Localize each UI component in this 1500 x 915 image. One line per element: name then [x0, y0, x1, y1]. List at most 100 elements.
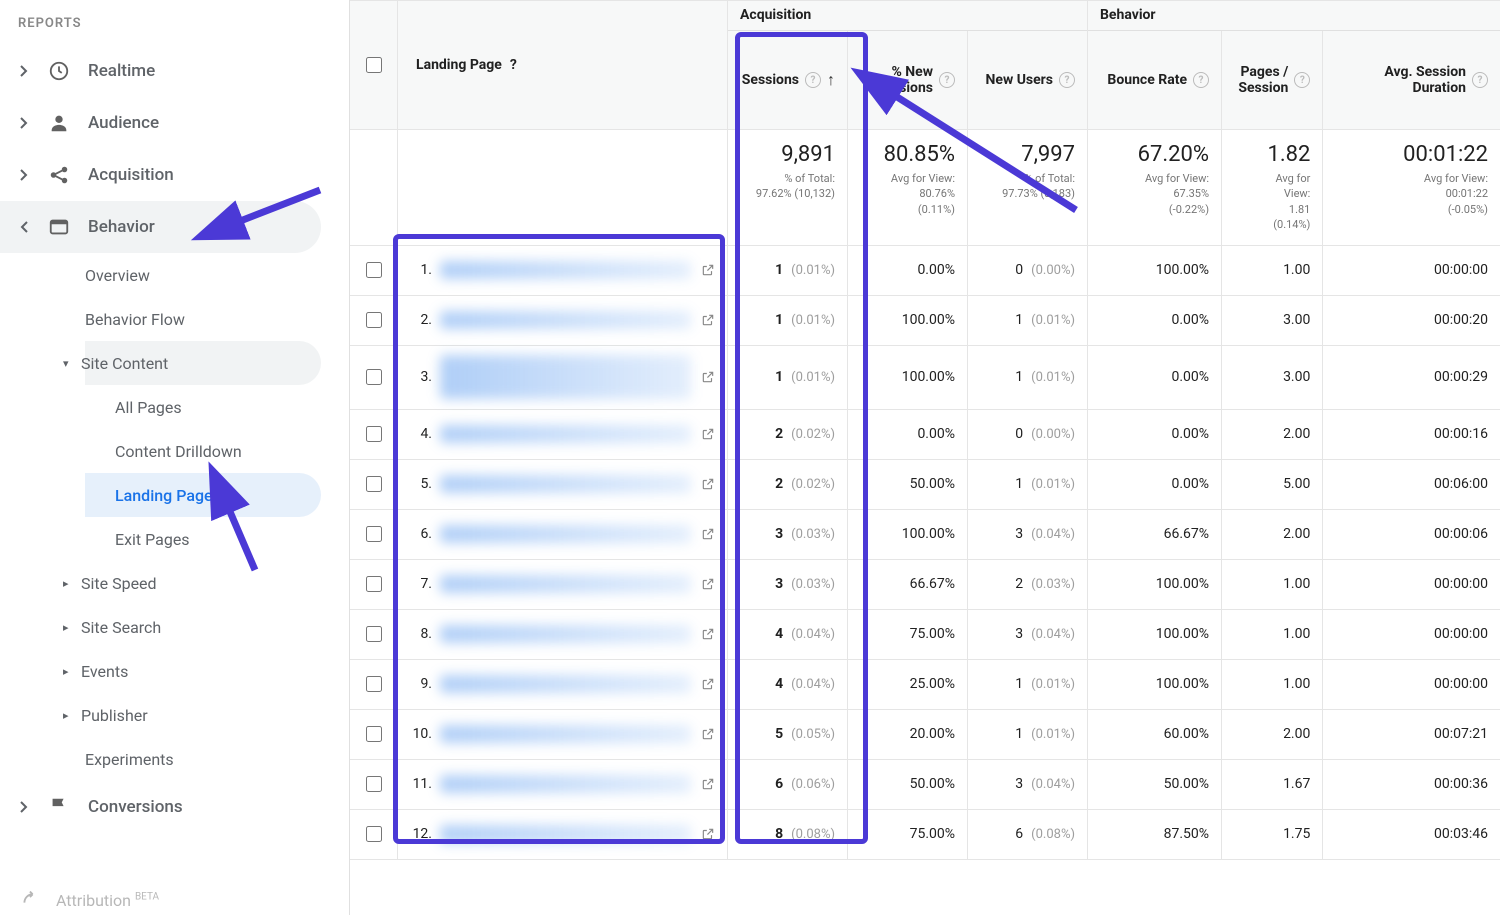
cell-sessions: 2(0.02%) — [728, 410, 848, 459]
cell-landing-page[interactable]: 3. — [398, 346, 728, 409]
table-row: 6. 3(0.03%) 100.00% 3(0.04%) 66.67% 2.00… — [350, 510, 1500, 560]
cell-landing-page[interactable]: 2. — [398, 296, 728, 345]
cell-sessions: 1(0.01%) — [728, 246, 848, 295]
row-checkbox[interactable] — [366, 826, 382, 842]
landing-page-link-redacted[interactable] — [440, 725, 691, 743]
sidebar-sub-overview[interactable]: Overview — [85, 253, 321, 297]
help-icon[interactable]: ? — [939, 72, 955, 88]
landing-page-link-redacted[interactable] — [440, 775, 691, 793]
landing-page-link-redacted[interactable] — [440, 261, 691, 279]
sidebar-item-conversions[interactable]: Conversions — [0, 781, 321, 833]
sidebar-item-acquisition[interactable]: Acquisition — [0, 149, 321, 201]
sidebar-item-realtime[interactable]: Realtime — [0, 45, 321, 97]
select-all-checkbox[interactable] — [366, 57, 382, 73]
sidebar-sub-behavior-flow[interactable]: Behavior Flow — [85, 297, 321, 341]
cell-landing-page[interactable]: 5. — [398, 460, 728, 509]
external-link-icon[interactable] — [699, 525, 717, 543]
external-link-icon[interactable] — [699, 368, 717, 386]
cell-pages: 2.00 — [1222, 510, 1323, 559]
cell-new-users: 1(0.01%) — [968, 346, 1087, 409]
external-link-icon[interactable] — [699, 625, 717, 643]
cell-pages: 1.00 — [1222, 660, 1323, 709]
external-link-icon[interactable] — [699, 775, 717, 793]
cell-landing-page[interactable]: 4. — [398, 410, 728, 459]
cell-duration: 00:00:36 — [1323, 760, 1500, 809]
cell-duration: 00:00:00 — [1323, 610, 1500, 659]
sort-ascending-icon: ↑ — [827, 70, 835, 90]
sidebar-sub2-content-drilldown[interactable]: Content Drilldown — [85, 429, 321, 473]
header-col-avg-duration[interactable]: Avg. Session Duration ? — [1323, 31, 1500, 129]
landing-page-link-redacted[interactable] — [440, 425, 691, 443]
cell-landing-page[interactable]: 6. — [398, 510, 728, 559]
cell-landing-page[interactable]: 11. — [398, 760, 728, 809]
landing-page-link-redacted[interactable] — [440, 575, 691, 593]
external-link-icon[interactable] — [699, 425, 717, 443]
sidebar-item-behavior[interactable]: Behavior — [0, 201, 321, 253]
external-link-icon[interactable] — [699, 311, 717, 329]
row-checkbox[interactable] — [366, 526, 382, 542]
landing-page-link-redacted[interactable] — [440, 675, 691, 693]
landing-page-link-redacted[interactable] — [440, 475, 691, 493]
landing-page-link-redacted[interactable] — [440, 525, 691, 543]
cell-landing-page[interactable]: 10. — [398, 710, 728, 759]
sidebar-item-attribution[interactable]: Attribution BETA — [18, 887, 159, 913]
cell-landing-page[interactable]: 12. — [398, 810, 728, 859]
cell-sessions: 1(0.01%) — [728, 296, 848, 345]
sidebar-item-audience[interactable]: Audience — [0, 97, 321, 149]
row-checkbox[interactable] — [366, 776, 382, 792]
sidebar-sub2-all-pages[interactable]: All Pages — [85, 385, 321, 429]
cell-pages: 3.00 — [1222, 296, 1323, 345]
header-col-bounce-rate[interactable]: Bounce Rate ? — [1088, 31, 1222, 129]
row-checkbox[interactable] — [366, 576, 382, 592]
external-link-icon[interactable] — [699, 825, 717, 843]
sidebar-sub-site-search[interactable]: ▸Site Search — [85, 605, 321, 649]
cell-duration: 00:00:00 — [1323, 560, 1500, 609]
cell-landing-page[interactable]: 7. — [398, 560, 728, 609]
landing-page-link-redacted[interactable] — [440, 625, 691, 643]
sidebar-sub2-exit-pages[interactable]: Exit Pages — [85, 517, 321, 561]
cell-bounce: 100.00% — [1088, 610, 1222, 659]
help-icon[interactable]: ? — [1193, 72, 1209, 88]
header-col-pct-new-sessions[interactable]: % New Sessions ? — [848, 31, 968, 129]
chevron-down-icon — [18, 223, 30, 231]
help-icon[interactable]: ? — [1294, 72, 1310, 88]
header-col-sessions[interactable]: Sessions ? ↑ — [728, 31, 848, 129]
header-col-pages-session[interactable]: Pages / Session ? — [1222, 31, 1323, 129]
sidebar-sub-experiments[interactable]: Experiments — [85, 737, 321, 781]
landing-page-link-redacted[interactable] — [440, 311, 691, 329]
row-checkbox[interactable] — [366, 676, 382, 692]
header-landing-page[interactable]: Landing Page ? — [398, 1, 728, 129]
external-link-icon[interactable] — [699, 725, 717, 743]
row-checkbox[interactable] — [366, 476, 382, 492]
cell-landing-page[interactable]: 8. — [398, 610, 728, 659]
help-icon[interactable]: ? — [805, 72, 821, 88]
landing-page-link-redacted[interactable] — [440, 355, 691, 399]
chevron-right-icon: ▸ — [63, 621, 81, 634]
cell-landing-page[interactable]: 1. — [398, 246, 728, 295]
sidebar-sub-events[interactable]: ▸Events — [85, 649, 321, 693]
row-checkbox[interactable] — [366, 626, 382, 642]
sidebar-sub-site-speed[interactable]: ▸Site Speed — [85, 561, 321, 605]
cell-pct-new: 50.00% — [848, 460, 968, 509]
sidebar-sub2-landing-pages[interactable]: Landing Pages — [85, 473, 321, 517]
cell-new-users: 0(0.00%) — [968, 246, 1087, 295]
external-link-icon[interactable] — [699, 261, 717, 279]
external-link-icon[interactable] — [699, 675, 717, 693]
cell-landing-page[interactable]: 9. — [398, 660, 728, 709]
cell-bounce: 100.00% — [1088, 246, 1222, 295]
help-icon[interactable]: ? — [1472, 72, 1488, 88]
row-checkbox[interactable] — [366, 262, 382, 278]
row-checkbox[interactable] — [366, 426, 382, 442]
help-icon[interactable]: ? — [1059, 72, 1075, 88]
external-link-icon[interactable] — [699, 475, 717, 493]
cell-new-users: 3(0.04%) — [968, 610, 1087, 659]
external-link-icon[interactable] — [699, 575, 717, 593]
sidebar-sub-publisher[interactable]: ▸Publisher — [85, 693, 321, 737]
header-col-new-users[interactable]: New Users ? — [968, 31, 1087, 129]
row-checkbox[interactable] — [366, 312, 382, 328]
row-checkbox[interactable] — [366, 726, 382, 742]
row-checkbox[interactable] — [366, 369, 382, 385]
help-icon[interactable]: ? — [510, 57, 517, 73]
sidebar-sub-site-content[interactable]: ▾ Site Content — [85, 341, 321, 385]
landing-page-link-redacted[interactable] — [440, 825, 691, 843]
